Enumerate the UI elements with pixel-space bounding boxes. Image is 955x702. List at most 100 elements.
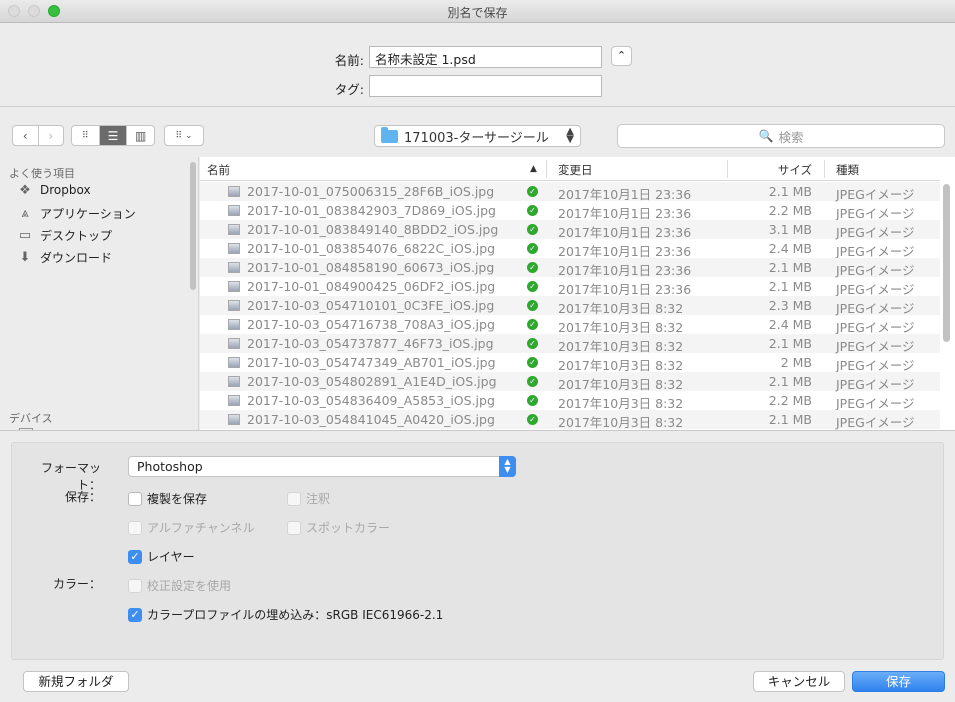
- back-forward-control: ‹ ›: [12, 125, 64, 146]
- sidebar-item-dropbox[interactable]: ❖ Dropbox: [17, 182, 90, 198]
- image-thumbnail-icon: [228, 414, 240, 425]
- sidebar-item-downloads[interactable]: ⬇ ダウンロード: [17, 249, 112, 266]
- file-name: 2017-10-01_083842903_7D869_iOS.jpg: [247, 203, 496, 218]
- search-icon: 🔍: [758, 129, 774, 143]
- options-divider: [0, 430, 955, 431]
- file-row[interactable]: 2017-10-01_083849140_8BDD2_iOS.jpg ✓ 2017年…: [200, 220, 940, 240]
- synced-check-icon: ✓: [527, 376, 538, 387]
- file-size: 2.2 MB: [768, 203, 812, 218]
- file-row[interactable]: 2017-10-01_083842903_7D869_iOS.jpg ✓ 2017年…: [200, 201, 940, 221]
- file-size: 2 MB: [780, 355, 812, 370]
- column-view-button[interactable]: ▥: [126, 126, 154, 145]
- icon-view-button[interactable]: ⠿: [72, 126, 99, 145]
- favorites-heading: よく使う項目: [9, 167, 75, 180]
- updown-arrows-icon: ▲ ▼: [499, 456, 516, 477]
- file-name: 2017-10-01_083849140_8BDD2_iOS.jpg: [247, 222, 499, 237]
- sidebar-item-label: デスクトップ: [40, 229, 113, 243]
- column-header-modified[interactable]: 変更日: [558, 162, 593, 178]
- file-row[interactable]: 2017-10-01_084900425_06DF2_iOS.jpg ✓ 2017年…: [200, 277, 940, 297]
- list-view-button[interactable]: ☰: [98, 126, 127, 145]
- back-button[interactable]: ‹: [13, 126, 38, 145]
- location-label: 171003-ターサージール: [404, 130, 549, 146]
- checkbox-box: [287, 520, 301, 535]
- alpha-channels-checkbox[interactable]: アルファチャンネル: [128, 519, 255, 536]
- column-header-size[interactable]: サイズ: [740, 162, 812, 178]
- column-header-name[interactable]: 名前: [207, 162, 230, 178]
- synced-check-icon: ✓: [527, 319, 538, 330]
- file-row[interactable]: 2017-10-03_054841045_A0420_iOS.jpg ✓ 2017年…: [200, 410, 940, 430]
- chevron-right-icon: ›: [48, 128, 54, 143]
- save-button[interactable]: 保存: [852, 671, 945, 692]
- spot-colors-checkbox[interactable]: スポットカラー: [287, 519, 390, 536]
- sidebar-item-applications[interactable]: ⩓ アプリケーション: [17, 205, 135, 222]
- sidebar-scrollbar[interactable]: [190, 162, 196, 290]
- search-placeholder: 検索: [778, 129, 804, 145]
- file-size: 2.1 MB: [768, 279, 812, 294]
- file-row[interactable]: 2017-10-01_083854076_6822C_iOS.jpg ✓ 2017年…: [200, 239, 940, 259]
- save-copy-checkbox[interactable]: 複製を保存: [128, 490, 207, 507]
- checkbox-box: [128, 491, 142, 506]
- file-row[interactable]: 2017-10-03_054802891_A1E4D_iOS.jpg ✓ 2017年…: [200, 372, 940, 392]
- file-list-scrollbar[interactable]: [943, 184, 950, 342]
- checkbox-box: [287, 491, 301, 506]
- notes-checkbox[interactable]: 注釈: [287, 490, 330, 507]
- arrange-control: ⠿ ⌄: [164, 125, 204, 146]
- image-thumbnail-icon: [228, 319, 240, 330]
- file-modified: 2017年10月3日 8:32: [558, 415, 684, 430]
- image-thumbnail-icon: [228, 224, 240, 235]
- synced-check-icon: ✓: [527, 300, 538, 311]
- file-row[interactable]: 2017-10-01_075006315_28F6B_iOS.jpg ✓ 2017年…: [200, 182, 940, 202]
- layers-checkbox[interactable]: ✓ レイヤー: [128, 548, 195, 565]
- proof-setup-checkbox[interactable]: 校正設定を使用: [128, 577, 231, 594]
- color-label: カラー：: [52, 577, 101, 591]
- arrange-button[interactable]: ⠿ ⌄: [165, 126, 203, 145]
- image-thumbnail-icon: [228, 338, 240, 349]
- file-size: 2.4 MB: [768, 241, 812, 256]
- image-thumbnail-icon: [228, 186, 240, 197]
- file-row[interactable]: 2017-10-03_054737877_46F73_iOS.jpg ✓ 2017年…: [200, 334, 940, 354]
- checkbox-label: カラープロファイルの埋め込み：sRGB IEC61966-2.1: [147, 608, 444, 622]
- column-divider: [546, 160, 547, 178]
- file-name: 2017-10-03_054802891_A1E4D_iOS.jpg: [247, 374, 497, 389]
- forward-button[interactable]: ›: [37, 126, 64, 145]
- sidebar-item-desktop[interactable]: ▭ デスクトップ: [17, 227, 112, 244]
- file-row[interactable]: 2017-10-03_054710101_0C3FE_iOS.jpg ✓ 2017年…: [200, 296, 940, 316]
- dropbox-icon: ❖: [19, 182, 31, 198]
- file-row[interactable]: 2017-10-03_054836409_A5853_iOS.jpg ✓ 2017年…: [200, 391, 940, 411]
- devices-heading: デバイス: [9, 412, 53, 425]
- synced-check-icon: ✓: [527, 205, 538, 216]
- column-divider: [824, 160, 825, 178]
- save-label: 保存：: [64, 490, 101, 504]
- folder-icon: [381, 126, 398, 143]
- toolbar-divider: [0, 106, 955, 107]
- column-header-kind[interactable]: 種類: [836, 162, 859, 178]
- grid-arrange-icon: ⠿ ⌄: [175, 130, 193, 141]
- format-popup[interactable]: Photoshop ▲ ▼: [128, 456, 516, 477]
- image-thumbnail-icon: [228, 376, 240, 387]
- expand-dialog-button[interactable]: ⌃: [611, 46, 632, 66]
- cancel-button[interactable]: キャンセル: [753, 671, 845, 692]
- file-row[interactable]: 2017-10-03_054716738_708A3_iOS.jpg ✓ 2017年…: [200, 315, 940, 335]
- tags-field[interactable]: [369, 75, 602, 97]
- location-popup[interactable]: 171003-ターサージール ▲ ▼: [374, 125, 581, 147]
- filename-field[interactable]: 名称未設定 1.psd: [369, 46, 602, 68]
- search-field[interactable]: 🔍 検索: [617, 124, 945, 148]
- desktop-icon: ▭: [18, 228, 32, 243]
- file-size: 2.1 MB: [768, 336, 812, 351]
- file-name: 2017-10-03_054710101_0C3FE_iOS.jpg: [247, 298, 495, 313]
- new-folder-button[interactable]: 新規フォルダ: [23, 671, 129, 692]
- synced-check-icon: ✓: [527, 338, 538, 349]
- file-row[interactable]: 2017-10-01_084858190_60673_iOS.jpg ✓ 2017年…: [200, 258, 940, 278]
- embed-color-profile-checkbox[interactable]: ✓ カラープロファイルの埋め込み：sRGB IEC61966-2.1: [128, 606, 443, 623]
- checkbox-label: スポットカラー: [306, 521, 391, 535]
- synced-check-icon: ✓: [527, 224, 538, 235]
- file-size: 2.1 MB: [768, 184, 812, 199]
- file-size: 2.1 MB: [768, 374, 812, 389]
- window-title: 別名で保存: [447, 6, 508, 20]
- file-size: 2.1 MB: [768, 260, 812, 275]
- tags-label: タグ:: [334, 82, 364, 97]
- checkmark-icon: ✓: [128, 607, 142, 622]
- file-row[interactable]: 2017-10-03_054747349_AB701_iOS.jpg ✓ 2017年…: [200, 353, 940, 373]
- checkbox-box: [128, 520, 142, 535]
- checkbox-label: 注釈: [306, 492, 331, 506]
